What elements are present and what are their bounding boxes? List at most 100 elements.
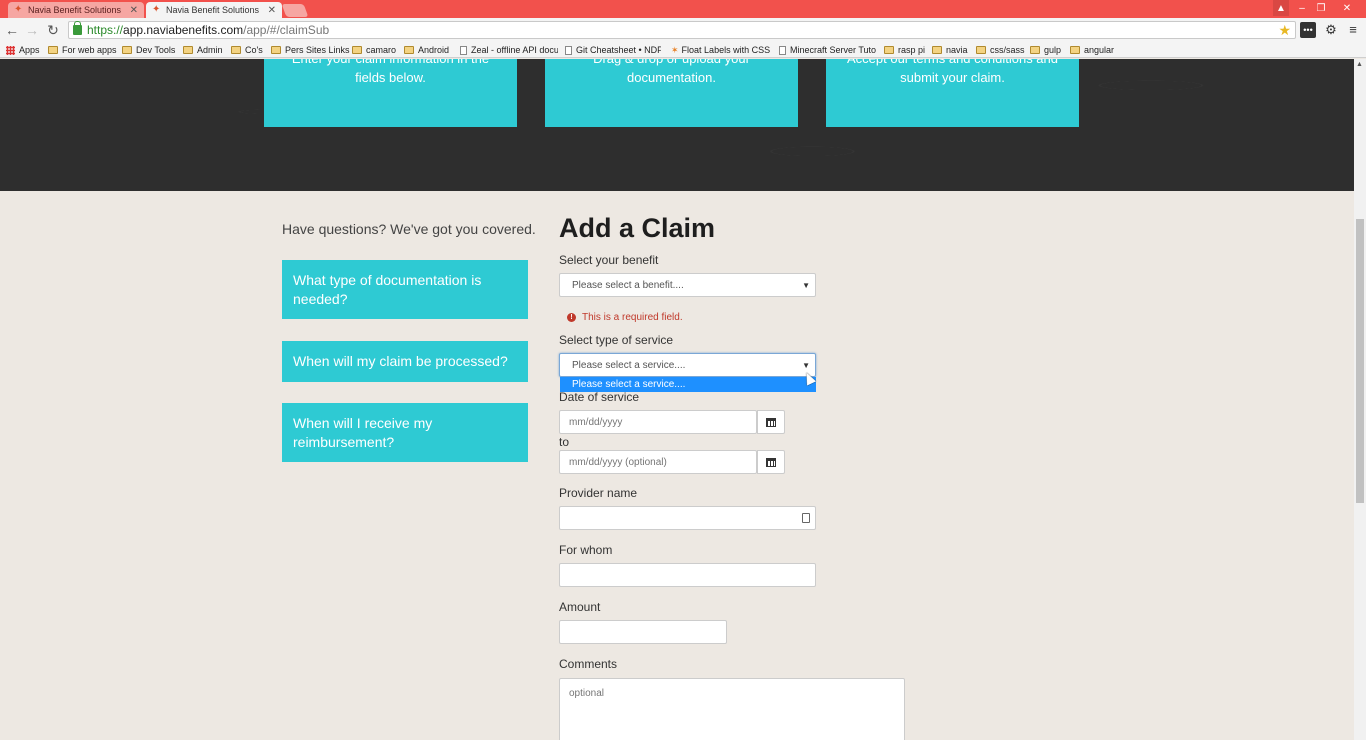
faq-reimbursement-button[interactable]: When will I receive my reimbursement? [282, 403, 528, 462]
browser-tab-active[interactable]: ✦ Navia Benefit Solutions ✕ [146, 2, 282, 18]
service-label: Select type of service [559, 333, 674, 347]
bookmark-item[interactable]: ✶ Float Labels with CSS [671, 44, 771, 56]
provider-name-input[interactable] [559, 506, 816, 530]
bookmark-item[interactable]: Co's [231, 44, 263, 56]
url-scheme: https:// [87, 23, 124, 37]
bookmark-label: angular [1084, 45, 1115, 55]
reload-icon[interactable]: ↻ [45, 22, 61, 38]
page-scrollbar[interactable]: ▲ [1354, 59, 1366, 740]
url-host: app.naviabenefits.com [123, 23, 244, 37]
bookmark-label: Dev Tools [136, 45, 176, 55]
bookmark-label: Co's [245, 45, 263, 55]
bookmark-item[interactable]: Git Cheatsheet • NDP [565, 44, 661, 56]
contact-card-icon [802, 513, 810, 523]
chevron-down-icon: ▼ [802, 281, 810, 290]
folder-icon [976, 46, 986, 54]
amount-label: Amount [559, 600, 601, 614]
step-text: Enter your claim information in the fiel… [292, 59, 489, 85]
amount-input[interactable] [559, 620, 727, 644]
navia-favicon-icon: ✦ [152, 4, 161, 15]
service-select[interactable]: Please select a service.... ▼ [559, 353, 816, 377]
folder-icon [1030, 46, 1040, 54]
scrollbar-thumb[interactable] [1356, 219, 1364, 503]
bookmark-label: rasp pi [898, 45, 926, 55]
comments-textarea[interactable] [559, 678, 905, 740]
folder-icon [884, 46, 894, 54]
scroll-up-arrow-icon[interactable]: ▲ [1356, 61, 1363, 68]
bookmark-label: Git Cheatsheet • NDP [576, 45, 661, 55]
close-tab-icon[interactable]: ✕ [130, 5, 138, 16]
faq-processing-button[interactable]: When will my claim be processed? [282, 341, 528, 382]
bookmark-item[interactable]: rasp pi [884, 44, 925, 56]
minimize-button[interactable]: – [1294, 0, 1310, 16]
date-to-input[interactable] [559, 450, 757, 474]
step-text: Drag & drop or upload your documentation… [593, 59, 750, 85]
menu-icon[interactable]: ≡ [1345, 22, 1361, 38]
bookmark-item[interactable]: Admin [183, 44, 223, 56]
date-from-calendar-button[interactable] [757, 410, 785, 434]
bookmark-item[interactable]: Dev Tools [122, 44, 175, 56]
benefit-select-value: Please select a benefit.... [572, 279, 684, 291]
bookmark-item[interactable]: Minecraft Server Tuto [779, 44, 877, 56]
faq-documentation-button[interactable]: What type of documentation is needed? [282, 260, 528, 319]
browser-toolbar: ← → ↻ https://app.naviabenefits.com/app/… [0, 18, 1366, 42]
browser-tab[interactable]: ✦ Navia Benefit Solutions ✕ [8, 2, 144, 18]
bookmark-label: css/sass [990, 45, 1025, 55]
bookmark-label: Pers Sites Links [285, 45, 350, 55]
bookmark-star-icon[interactable]: ★ [1278, 22, 1291, 39]
folder-icon [271, 46, 281, 54]
profile-icon[interactable]: ▲ [1273, 0, 1289, 16]
for-whom-input[interactable] [559, 563, 816, 587]
page-viewport: Enter your claim information in the fiel… [0, 59, 1354, 740]
bookmark-item[interactable]: For web apps [48, 44, 117, 56]
extension-icon[interactable]: ••• [1300, 22, 1316, 38]
folder-icon [48, 46, 58, 54]
address-bar[interactable]: https://app.naviabenefits.com/app/#/clai… [68, 21, 1296, 39]
bookmark-item[interactable]: Pers Sites Links [271, 44, 350, 56]
page-title: Add a Claim [559, 213, 716, 243]
bookmark-item[interactable]: Zeal - offline API docu [460, 44, 558, 56]
folder-icon [231, 46, 241, 54]
faq-intro: Have questions? We've got you covered. [282, 221, 536, 237]
folder-icon [932, 46, 942, 54]
tab-title: Navia Benefit Solutions [166, 5, 260, 15]
benefit-select[interactable]: Please select a benefit.... ▼ [559, 273, 816, 297]
bookmark-label: Apps [19, 45, 40, 55]
provider-name-label: Provider name [559, 486, 638, 500]
page-icon [779, 45, 786, 55]
bookmark-item[interactable]: Android [404, 44, 449, 56]
back-icon[interactable]: ← [4, 22, 20, 38]
bookmark-label: Minecraft Server Tuto [790, 45, 877, 55]
close-tab-icon[interactable]: ✕ [268, 5, 276, 16]
bookmark-label: Float Labels with CSS [681, 45, 771, 55]
bookmark-item[interactable]: Apps [6, 44, 40, 56]
date-from-input[interactable] [559, 410, 757, 434]
gear-icon[interactable]: ⚙ [1323, 22, 1339, 38]
for-whom-label: For whom [559, 543, 613, 557]
new-tab-button[interactable] [281, 4, 309, 17]
tab-title: Navia Benefit Solutions [28, 5, 122, 15]
maximize-button[interactable]: ❐ [1313, 0, 1329, 16]
close-window-button[interactable]: ✕ [1332, 0, 1362, 16]
bookmark-item[interactable]: navia [932, 44, 968, 56]
bookmark-item[interactable]: gulp [1030, 44, 1061, 56]
service-dropdown-option[interactable]: Please select a service.... [560, 377, 816, 392]
folder-icon [183, 46, 193, 54]
bookmark-item[interactable]: css/sass [976, 44, 1025, 56]
bookmark-label: For web apps [62, 45, 117, 55]
calendar-icon [766, 457, 776, 467]
bookmark-item[interactable]: camaro [352, 44, 396, 56]
apps-icon [6, 45, 15, 55]
bookmark-label: gulp [1044, 45, 1062, 55]
bookmark-label: navia [946, 45, 968, 55]
page-icon [460, 45, 467, 55]
benefit-error: ! This is a required field. [567, 312, 683, 323]
browser-tabstrip: ✦ Navia Benefit Solutions ✕ ✦ Navia Bene… [0, 0, 1366, 18]
bookmark-item[interactable]: angular [1070, 44, 1114, 56]
forward-icon[interactable]: → [24, 22, 40, 38]
step-text: Accept our terms and conditions and subm… [847, 59, 1058, 85]
date-to-label: to [559, 435, 570, 449]
error-icon: ! [567, 313, 576, 322]
bookmarks-bar: Apps For web apps Dev Tools Admin Co's P… [0, 42, 1366, 58]
date-to-calendar-button[interactable] [757, 450, 785, 474]
